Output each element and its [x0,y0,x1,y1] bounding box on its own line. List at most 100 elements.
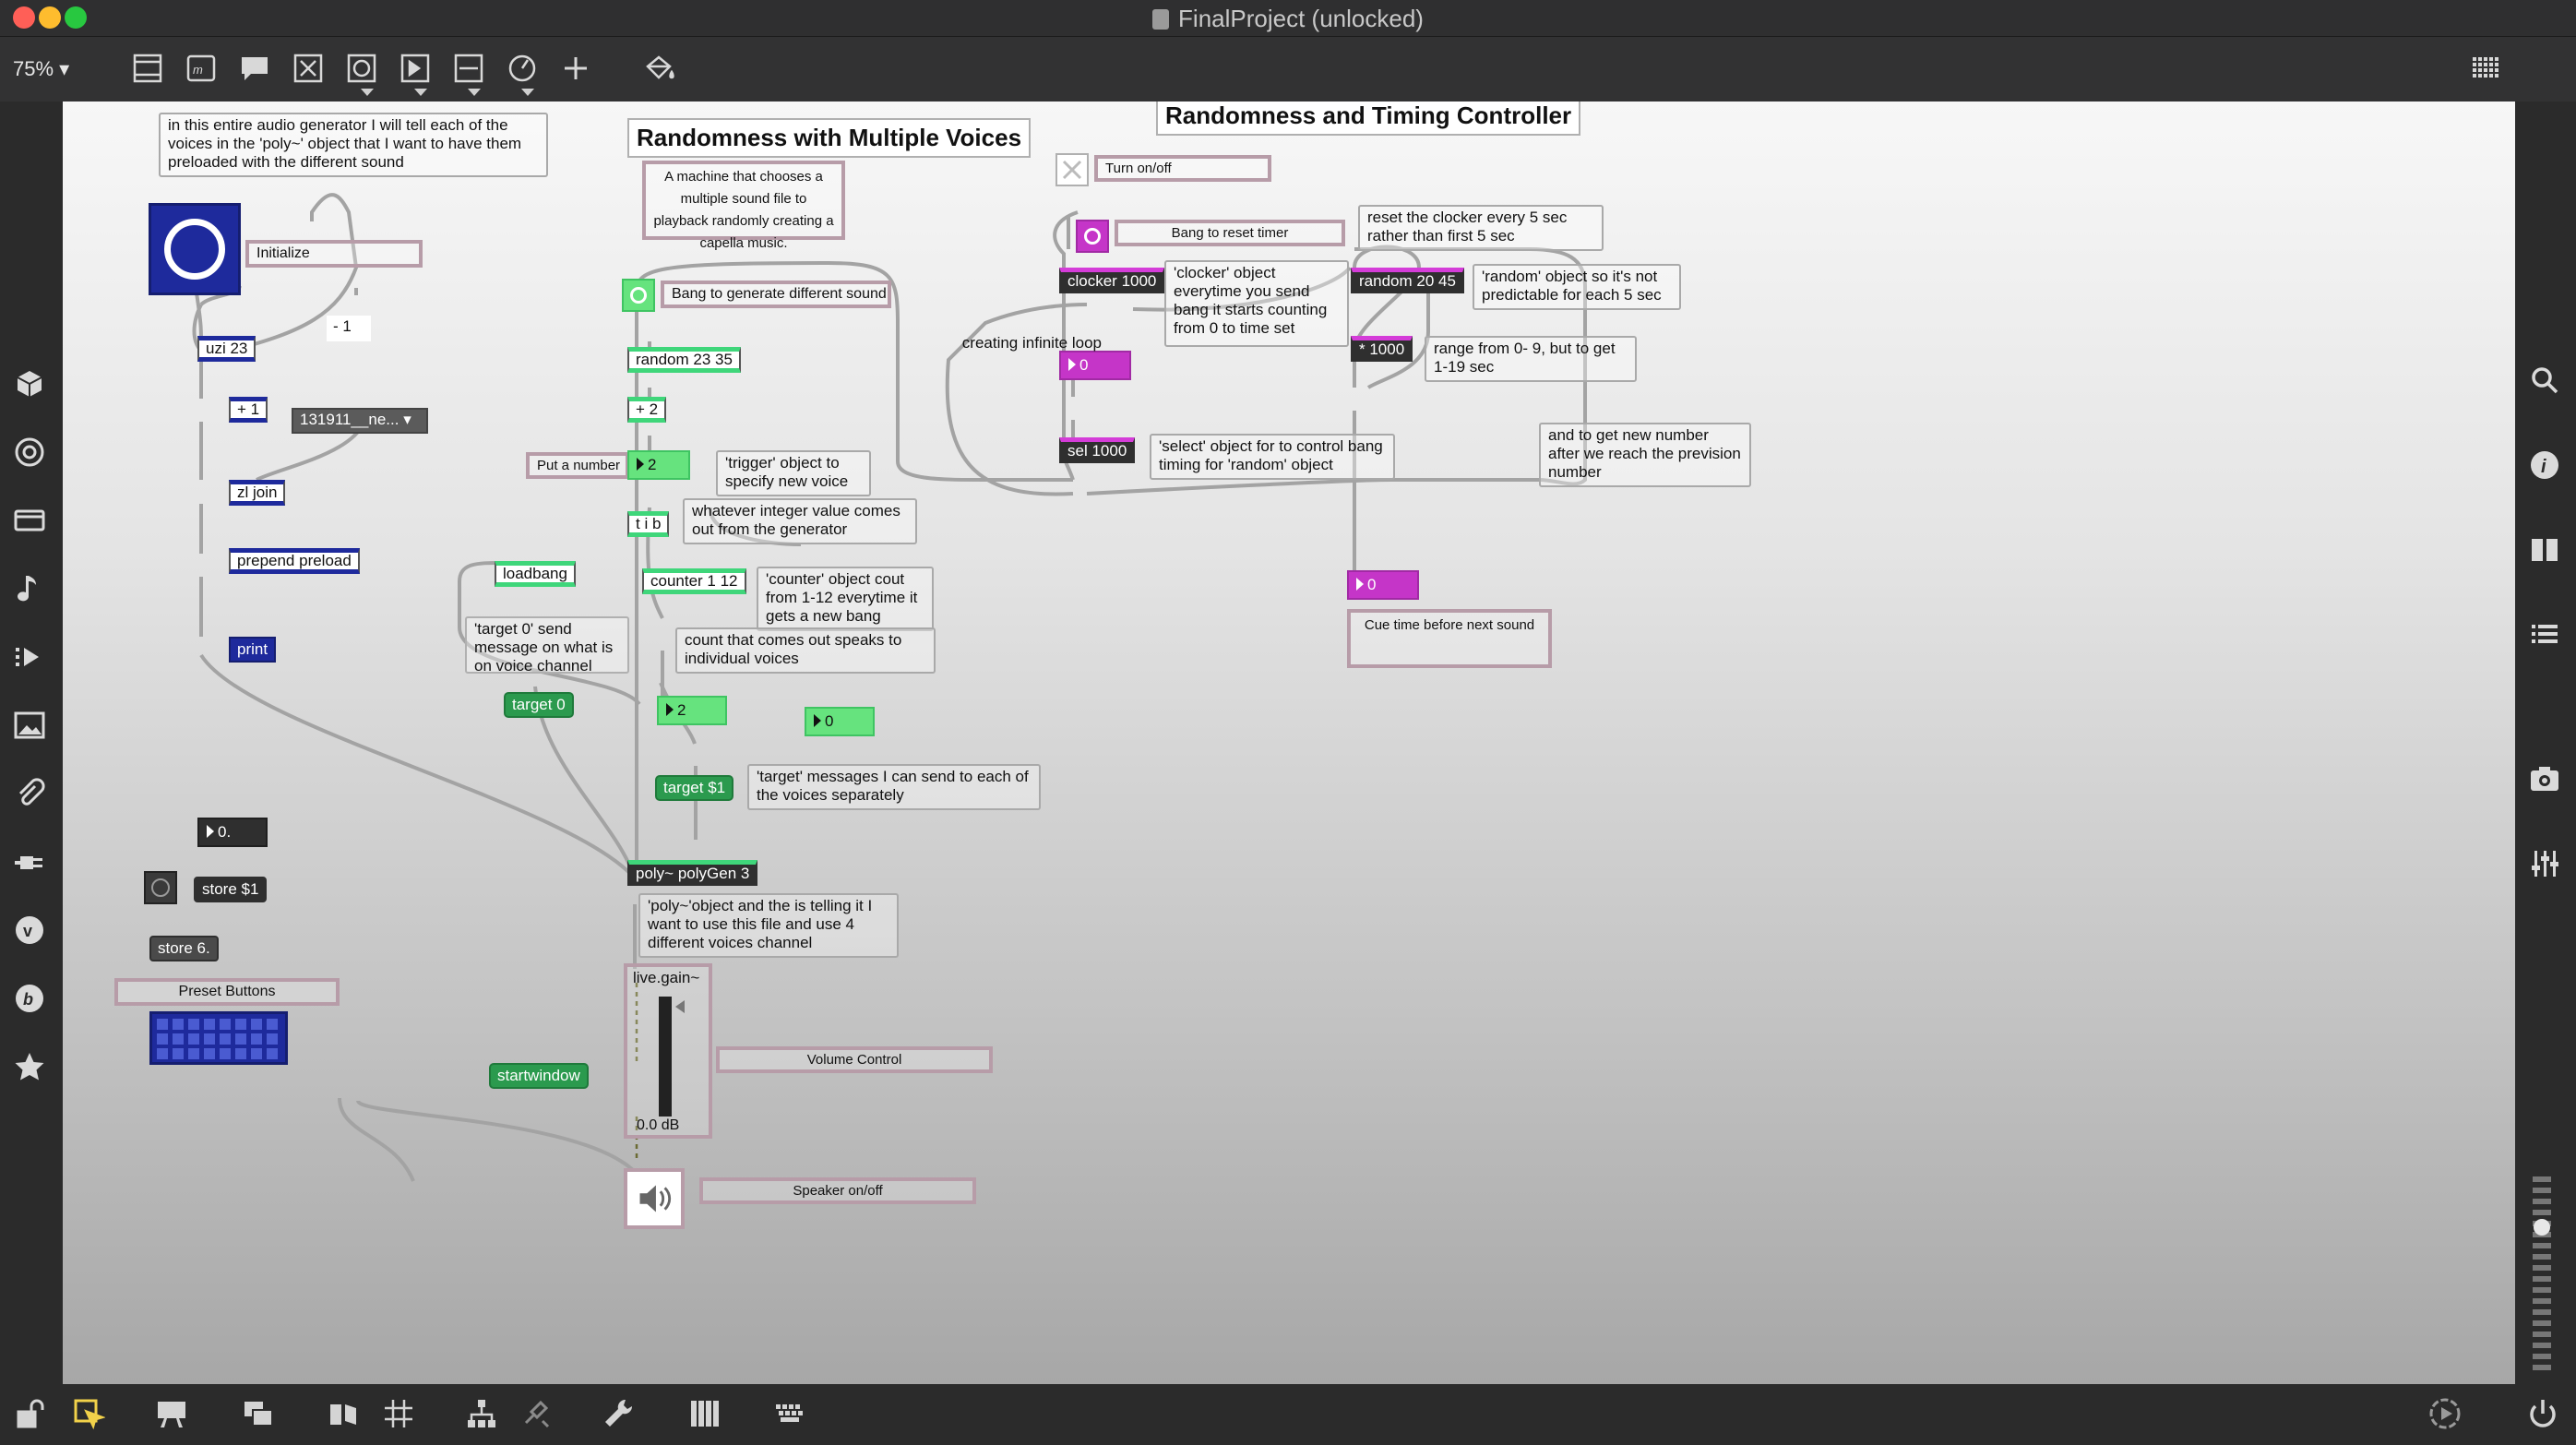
trigger-comment: 'trigger' object to specify new voice [716,450,871,496]
image-icon[interactable] [13,709,50,746]
cube-icon[interactable] [13,367,50,404]
target-zero-message[interactable]: target 0 [504,692,574,718]
grid-lines-icon[interactable] [382,1397,419,1432]
new-number-comment: and to get new number after we reach the… [1539,423,1751,487]
comment-icon[interactable] [238,52,275,87]
button-icon[interactable] [345,52,382,96]
b-icon[interactable]: b [13,982,50,1019]
wrench-icon[interactable] [602,1397,638,1432]
add-icon[interactable] [559,52,596,87]
preset-grid[interactable] [149,1011,288,1065]
toolbar: 75% ▾ m [0,37,2576,102]
vimeo-icon[interactable]: v [13,914,50,950]
speaker-toggle[interactable] [624,1168,685,1229]
star-icon[interactable] [13,1050,50,1087]
float-number-box[interactable]: 0. [197,818,268,847]
reset-timer-bang[interactable] [1076,220,1109,253]
search-icon[interactable] [2528,364,2565,400]
print-object[interactable]: print [229,637,277,663]
store-value-message[interactable]: store 6. [149,936,219,961]
put-number-comment: Put a number [526,452,629,479]
poly-object[interactable]: poly~ polyGen 3 [627,860,758,886]
canvas-zoom-slider[interactable] [2530,1176,2554,1379]
counter-object[interactable]: counter 1 12 [642,568,746,594]
plus-two-object[interactable]: + 2 [627,397,667,423]
minus-one-object[interactable]: - 1 [327,316,371,341]
slider-icon[interactable] [452,52,489,96]
shapes-icon[interactable] [327,1397,364,1432]
poly-comment: 'poly~'object and the is telling it I wa… [638,893,899,958]
patcher-canvas[interactable]: Randomness with Multiple Voices Randomne… [63,102,2515,1384]
clocker-number-box[interactable]: 0 [1059,351,1131,380]
power-icon[interactable] [2526,1397,2563,1432]
range-comment: range from 0- 9, but to get 1-19 sec [1425,336,1637,382]
keyboard-icon[interactable] [773,1397,810,1432]
onoff-toggle[interactable] [1055,153,1089,186]
preset-bang-button[interactable] [144,871,177,904]
machine-comment: A machine that chooses a multiple sound … [642,161,845,251]
note-icon[interactable] [13,572,50,609]
list-icon[interactable] [2528,618,2565,655]
select-object[interactable]: sel 1000 [1059,437,1136,463]
clocker-object[interactable]: clocker 1000 [1059,268,1165,293]
message-icon[interactable]: m [185,52,221,87]
title-bar: FinalProject (unlocked) [0,0,2576,37]
cue-number-box[interactable]: 0 [1347,570,1419,600]
plug-icon[interactable] [13,845,50,882]
grid-icon[interactable] [2469,52,2506,87]
intro-comment: in this entire audio generator I will te… [159,113,548,177]
piano-icon[interactable] [688,1397,725,1432]
target-var-message[interactable]: target $1 [655,775,734,801]
voice-number-box[interactable]: 2 [627,450,690,480]
columns-icon[interactable] [2528,533,2565,570]
mixer-icon[interactable] [2528,847,2565,884]
random-timing-object[interactable]: random 20 45 [1351,268,1464,293]
multiply-object[interactable]: * 1000 [1351,336,1413,362]
film-icon[interactable] [13,504,50,541]
pointer-icon[interactable] [72,1397,109,1432]
count-number-box[interactable]: 2 [657,696,727,725]
windows-icon[interactable] [242,1397,279,1432]
random-voices-object[interactable]: random 23 35 [627,347,741,373]
new-object-icon[interactable] [131,52,168,87]
zoom-select[interactable]: 75% ▾ [13,57,69,81]
plus-one-object[interactable]: + 1 [229,397,268,423]
sound-file-menu[interactable]: 131911__ne... ▾ [292,408,428,434]
number-icon[interactable] [399,52,435,96]
turn-onoff-comment: Turn on/off [1094,155,1271,182]
play-circle-icon[interactable] [2428,1397,2465,1432]
volume-comment: Volume Control [716,1046,993,1073]
toggle-icon[interactable] [292,52,328,87]
initialize-button[interactable] [149,203,241,295]
generate-sound-bang[interactable] [622,279,655,312]
play-steps-icon[interactable] [13,640,50,677]
presentation-icon[interactable] [155,1397,192,1432]
bang-circle-icon [164,219,225,280]
hierarchy-icon[interactable] [465,1397,502,1432]
max-patcher-window: FinalProject (unlocked) 75% ▾ m v b i Ra… [0,0,2576,1445]
uzi-object[interactable]: uzi 23 [197,336,256,362]
trigger-object[interactable]: t i b [627,511,670,537]
prepend-preload-message[interactable]: prepend preload [229,548,360,574]
preset-buttons-comment: Preset Buttons [114,978,340,1006]
toggle-x-icon [1062,160,1082,180]
zl-join-object[interactable]: zl join [229,480,286,506]
debug-icon[interactable] [519,1397,555,1432]
loadbang-object[interactable]: loadbang [495,561,576,587]
paint-bucket-icon[interactable] [642,52,679,87]
camera-icon[interactable] [2528,762,2565,799]
speaker-icon [639,1185,672,1212]
live-gain-slider[interactable]: live.gain~ 0.0 dB [624,963,712,1139]
store-var-message[interactable]: store $1 [194,877,268,902]
count-b-number-box[interactable]: 0 [805,707,875,736]
target-icon[interactable] [13,436,50,472]
random-comment: 'random' object so it's not predictable … [1473,264,1681,310]
paperclip-icon[interactable] [13,777,50,814]
lock-icon[interactable] [13,1397,50,1432]
zoom-value: 75% [13,57,54,80]
document-icon [1152,9,1170,30]
dial-icon[interactable] [506,52,543,96]
cue-time-comment: Cue time before next sound [1347,609,1552,668]
startwindow-message[interactable]: startwindow [489,1063,589,1089]
info-icon[interactable]: i [2528,448,2565,485]
